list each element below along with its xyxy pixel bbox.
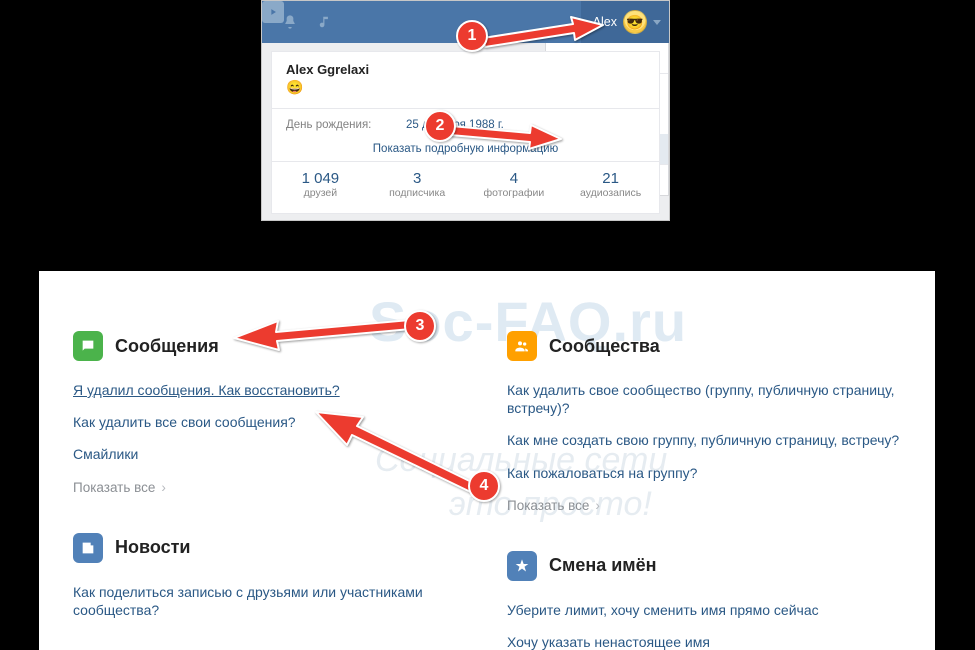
annotation-badge-1: 1: [456, 20, 488, 52]
stat-friends[interactable]: 1 049друзей: [272, 162, 369, 207]
chevron-down-icon: [653, 20, 661, 25]
profile-birthday-row: День рождения: 25 декабря 1988 г.: [272, 113, 659, 137]
stat-subscribers[interactable]: 3подписчика: [369, 162, 466, 207]
profile-stats: 1 049друзей 3подписчика 4фотографии 21ау…: [272, 161, 659, 207]
help-link[interactable]: Я удалил сообщения. Как восстановить?: [73, 381, 467, 399]
help-link[interactable]: Как пожаловаться на группу?: [507, 464, 901, 482]
avatar: 😎: [623, 10, 647, 34]
header-user-name: Alex: [593, 15, 617, 29]
help-link[interactable]: Как удалить свое сообщество (группу, пуб…: [507, 381, 901, 417]
news-icon: [73, 533, 103, 563]
annotation-badge-3: 3: [404, 310, 436, 342]
music-note-icon[interactable]: [314, 1, 336, 43]
birthday-label: День рождения:: [286, 119, 406, 131]
help-messages-title: Сообщения: [115, 336, 219, 357]
help-center-screenshot: Soc-FAQ.ru Социальные сети это просто! С…: [39, 271, 935, 650]
help-namechange-title: Смена имён: [549, 555, 656, 576]
chevron-right-icon: ›: [161, 480, 166, 495]
profile-status-emoji: 😄: [272, 79, 659, 104]
message-icon: [73, 331, 103, 361]
help-link[interactable]: Хочу указать ненастоящее имя: [507, 633, 901, 650]
profile-card: Alex Ggrelaxi 😄 День рождения: 25 декабр…: [271, 51, 660, 214]
show-all-link[interactable]: Показать все›: [507, 498, 600, 513]
annotation-badge-4: 4: [468, 470, 500, 502]
help-messages-section: Сообщения Я удалил сообщения. Как восста…: [73, 331, 467, 650]
star-icon: [507, 551, 537, 581]
help-link[interactable]: Как поделиться записью с друзьями или уч…: [73, 583, 467, 619]
group-icon: [507, 331, 537, 361]
help-link[interactable]: Как мне создать свою группу, публичную с…: [507, 431, 901, 449]
stat-audio[interactable]: 21аудиозапись: [562, 162, 659, 207]
help-communities-section: Сообщества Как удалить свое сообщество (…: [507, 331, 901, 650]
annotation-badge-2: 2: [424, 110, 456, 142]
chevron-right-icon: ›: [595, 498, 600, 513]
show-all-link[interactable]: Показать все›: [73, 480, 166, 495]
user-menu-toggle[interactable]: Alex 😎: [581, 1, 669, 43]
expand-info-link[interactable]: Показать подробную информацию: [272, 137, 659, 161]
bell-icon[interactable]: [278, 1, 302, 43]
help-news-title: Новости: [115, 537, 190, 558]
stat-photos[interactable]: 4фотографии: [466, 162, 563, 207]
profile-name: Alex Ggrelaxi: [272, 52, 659, 79]
help-link[interactable]: Смайлики: [73, 445, 467, 463]
help-communities-title: Сообщества: [549, 336, 660, 357]
help-link[interactable]: Уберите лимит, хочу сменить имя прямо се…: [507, 601, 901, 619]
help-link[interactable]: Как удалить все свои сообщения?: [73, 413, 467, 431]
